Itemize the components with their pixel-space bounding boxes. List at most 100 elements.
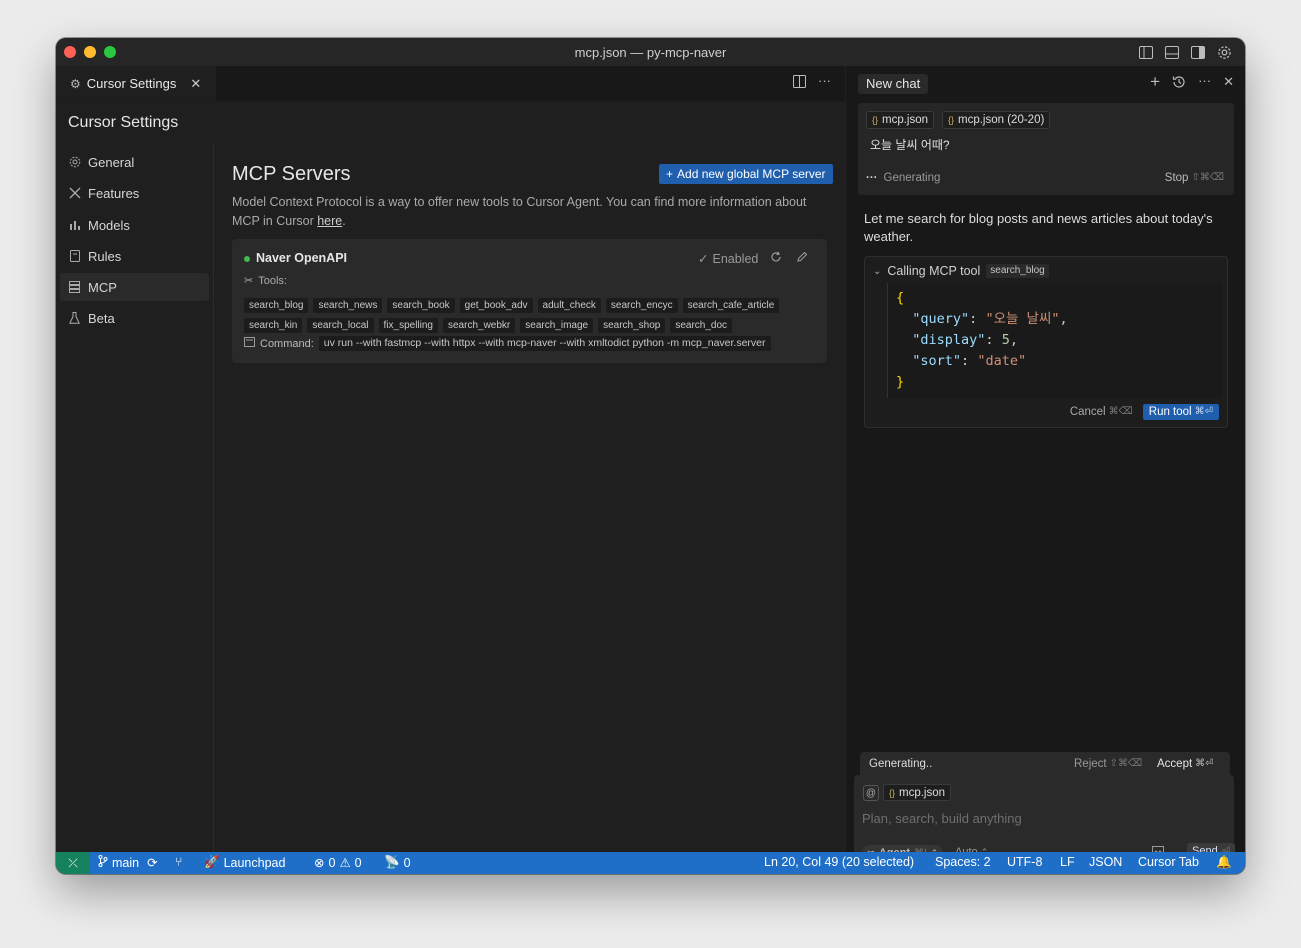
- git-branch-icon: [98, 855, 108, 870]
- cancel-label: Cancel: [1069, 406, 1106, 418]
- user-message-box[interactable]: {} mcp.json {} mcp.json (20-20) 오늘 날씨 어때…: [858, 103, 1234, 195]
- more-actions-icon[interactable]: ···: [1198, 74, 1211, 94]
- refresh-icon[interactable]: [770, 250, 782, 268]
- cancel-shortcut: ⌘⌫: [1108, 406, 1133, 417]
- title-bar: mcp.json — py-mcp-naver: [56, 38, 1245, 67]
- tool-chip: search_doc: [670, 318, 733, 333]
- bar-chart-icon: [68, 219, 81, 232]
- tool-chip: search_shop: [598, 318, 666, 333]
- reject-button[interactable]: Reject ⇧⌘⌫: [1074, 758, 1142, 770]
- json-file-icon: {}: [872, 115, 879, 125]
- run-label: Run tool: [1148, 406, 1192, 418]
- close-panel-icon[interactable]: ✕: [1223, 75, 1234, 94]
- cancel-tool-button[interactable]: Cancel ⌘⌫: [1070, 406, 1133, 418]
- tool-call-header[interactable]: ⌄ Calling MCP tool search_blog: [873, 264, 1049, 278]
- nav-item-mcp[interactable]: MCP: [60, 273, 209, 301]
- launchpad-button[interactable]: 🚀 Launchpad: [204, 855, 285, 870]
- server-status-dot: [244, 256, 250, 262]
- tool-chip: search_cafe_article: [682, 298, 780, 313]
- app-window: mcp.json — py-mcp-naver ⚙ Cursor Setting…: [56, 38, 1245, 874]
- source-control-graph-icon[interactable]: ⑂: [175, 855, 183, 869]
- maximize-window-button[interactable]: [104, 46, 116, 58]
- add-context-button[interactable]: @: [863, 785, 879, 801]
- remote-icon: ⤫: [68, 855, 78, 870]
- add-button-label: Add new global MCP server: [677, 167, 826, 181]
- tool-call-card: ⌄ Calling MCP tool search_blog { "query"…: [864, 256, 1228, 428]
- layout-controls: [1137, 43, 1233, 61]
- nav-item-features[interactable]: Features: [60, 179, 209, 207]
- language-mode[interactable]: JSON: [1089, 855, 1122, 869]
- tools-row-2: search_kin search_local fix_spelling sea…: [244, 318, 733, 333]
- new-chat-plus-icon[interactable]: +: [1150, 73, 1160, 94]
- edit-pencil-icon[interactable]: [796, 250, 808, 268]
- problems-indicator[interactable]: ⊗ 0 ⚠ 0: [314, 855, 362, 871]
- error-count: 0: [328, 855, 336, 870]
- ports-indicator[interactable]: 📡 0: [384, 855, 411, 870]
- generating-status: ··· Generating: [866, 172, 940, 184]
- nav-item-general[interactable]: General: [60, 148, 209, 176]
- run-tool-button[interactable]: Run tool ⌘⏎: [1142, 404, 1219, 420]
- warning-icon: ⚠: [339, 856, 351, 870]
- notifications-bell-icon[interactable]: 🔔: [1216, 855, 1232, 870]
- tool-chip: search_kin: [244, 318, 303, 333]
- history-icon[interactable]: [1172, 75, 1186, 94]
- tools-icon: ✂: [244, 275, 254, 287]
- tab-new-chat[interactable]: New chat: [858, 74, 929, 94]
- arg-key: "sort": [912, 353, 962, 369]
- tool-chip: get_book_adv: [459, 298, 533, 313]
- context-chip[interactable]: {} mcp.json: [883, 784, 952, 801]
- close-window-button[interactable]: [64, 46, 76, 58]
- tool-chip: search_local: [307, 318, 374, 333]
- arg-key: "display": [912, 332, 986, 348]
- json-file-icon: {}: [948, 115, 955, 125]
- context-chip[interactable]: {} mcp.json (20-20): [942, 111, 1051, 129]
- run-shortcut: ⌘⏎: [1194, 406, 1213, 417]
- branch-indicator[interactable]: main ⟳: [98, 855, 158, 870]
- terminal-icon: [244, 337, 255, 350]
- tool-chip: search_blog: [244, 298, 309, 313]
- flask-icon: [68, 312, 81, 325]
- arg-value: "오늘 날씨": [985, 311, 1060, 327]
- tab-cursor-settings[interactable]: ⚙ Cursor Settings ✕: [56, 66, 216, 101]
- close-tab-icon[interactable]: ✕: [190, 76, 201, 92]
- settings-title: Cursor Settings: [68, 114, 179, 131]
- docs-link[interactable]: here: [317, 214, 342, 228]
- split-editor-icon[interactable]: [793, 75, 806, 93]
- server-icon: [68, 281, 81, 294]
- nav-item-rules[interactable]: Rules: [60, 242, 209, 270]
- context-chip[interactable]: {} mcp.json: [866, 111, 935, 129]
- tool-chip: fix_spelling: [378, 318, 438, 333]
- toggle-panel-icon[interactable]: [1163, 43, 1181, 61]
- nav-item-beta[interactable]: Beta: [60, 304, 209, 332]
- encoding[interactable]: UTF-8: [1007, 855, 1042, 869]
- accept-button[interactable]: Accept ⌘⏎: [1157, 758, 1214, 770]
- cursor-tab-toggle[interactable]: Cursor Tab: [1138, 855, 1199, 869]
- settings-header: Cursor Settings: [56, 102, 845, 144]
- chevron-down-icon: ⌄: [873, 265, 882, 277]
- nav-item-models[interactable]: Models: [60, 211, 209, 239]
- minimize-window-button[interactable]: [84, 46, 96, 58]
- line-ending[interactable]: LF: [1060, 855, 1075, 869]
- mcp-description: Model Context Protocol is a way to offer…: [232, 193, 832, 231]
- toggle-primary-sidebar-icon[interactable]: [1137, 43, 1155, 61]
- description-end: .: [342, 214, 346, 228]
- arg-value: 5: [1001, 332, 1010, 348]
- cursor-position[interactable]: Ln 20, Col 49 (20 selected): [764, 855, 914, 869]
- remote-indicator[interactable]: ⤫: [56, 852, 90, 874]
- add-global-mcp-server-button[interactable]: + Add new global MCP server: [659, 164, 833, 184]
- more-actions-icon[interactable]: ···: [818, 74, 831, 93]
- tab-label: Cursor Settings: [86, 76, 177, 91]
- user-message-text: 오늘 날씨 어때?: [870, 138, 950, 152]
- tool-arguments-code: { "query": "오늘 날씨", "display": 5, "sort"…: [887, 283, 1222, 398]
- chat-panel: New chat + ··· ✕ {} mcp.json {} mcp.json…: [845, 66, 1245, 868]
- sync-icon[interactable]: ⟳: [147, 855, 157, 870]
- mcp-settings-content: MCP Servers + Add new global MCP server …: [214, 143, 845, 852]
- stop-button[interactable]: Stop ⇧⌘⌫: [1165, 172, 1224, 184]
- nav-label: Models: [88, 217, 130, 233]
- chat-input-placeholder[interactable]: Plan, search, build anything: [862, 811, 1022, 826]
- reject-shortcut: ⇧⌘⌫: [1109, 758, 1143, 769]
- server-enabled-toggle[interactable]: ✓ Enabled: [698, 251, 758, 267]
- toggle-secondary-sidebar-icon[interactable]: [1189, 43, 1207, 61]
- indentation[interactable]: Spaces: 2: [935, 855, 991, 869]
- settings-gear-icon[interactable]: [1215, 43, 1233, 61]
